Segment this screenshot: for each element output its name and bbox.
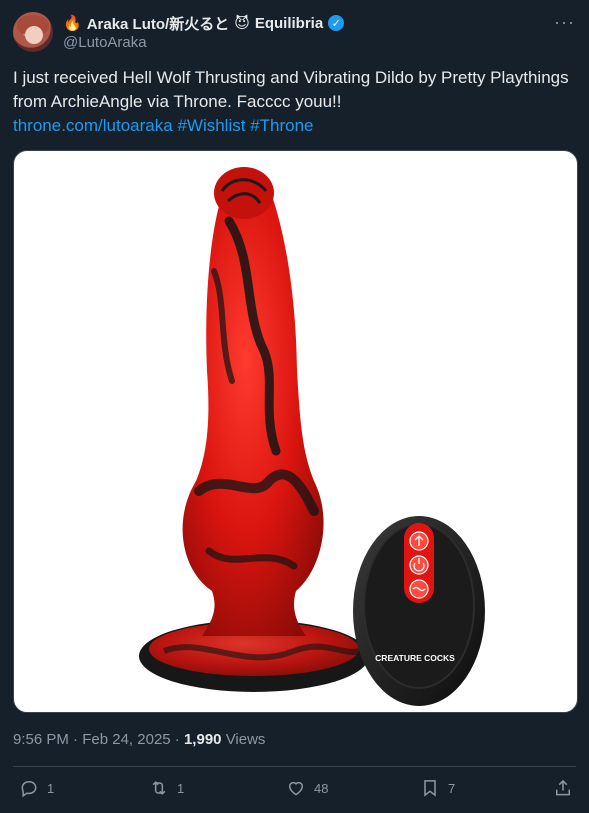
hashtag-throne[interactable]: #Throne — [250, 116, 313, 135]
like-button[interactable]: 48 — [286, 778, 328, 798]
retweet-count: 1 — [177, 780, 185, 796]
display-name[interactable]: Araka Luto/新火ると — [87, 13, 230, 34]
author-name-row[interactable]: 🔥 Araka Luto/新火ると 😈 Equilibria ✓ — [63, 13, 345, 34]
tweet-links: throne.com/lutoaraka #Wishlist #Throne — [13, 114, 573, 138]
tweet-time[interactable]: 9:56 PM — [13, 731, 69, 748]
more-icon[interactable]: ··· — [554, 12, 575, 33]
bookmark-icon — [424, 780, 436, 797]
verified-icon: ✓ — [328, 15, 345, 31]
toy-shaft — [182, 175, 324, 636]
share-icon — [556, 779, 570, 796]
retweet-icon — [152, 781, 166, 795]
views-label: Views — [225, 731, 266, 748]
view-count: 1,990 — [183, 731, 222, 748]
share-button[interactable] — [553, 778, 573, 798]
bookmark-count: 7 — [448, 780, 456, 796]
meta-separator-2: · — [174, 731, 184, 748]
hashtag-wishlist[interactable]: #Wishlist — [177, 116, 245, 135]
reply-count: 1 — [47, 780, 55, 796]
meta-separator-1: · — [73, 731, 83, 748]
display-name-suffix[interactable]: Equilibria — [255, 15, 323, 32]
tweet-body: I just received Hell Wolf Thrusting and … — [13, 68, 569, 111]
tweet-media-image[interactable]: CREATURE COCKS — [13, 150, 578, 713]
avatar-face — [25, 26, 43, 44]
fire-emoji: 🔥 — [63, 14, 82, 32]
product-image: CREATURE COCKS — [139, 167, 485, 706]
reply-icon — [21, 780, 37, 798]
action-bar: 1 1 48 7 — [13, 778, 576, 806]
retweet-button[interactable]: 1 — [149, 778, 184, 798]
tweet-text: I just received Hell Wolf Thrusting and … — [13, 66, 573, 138]
tweet-meta: 9:56 PM · Feb 24, 2025 · 1,990 Views — [13, 731, 265, 748]
avatar[interactable] — [13, 12, 53, 52]
like-icon — [289, 781, 303, 796]
tweet-date[interactable]: Feb 24, 2025 — [82, 731, 170, 748]
like-count: 48 — [314, 780, 329, 796]
tweet-link[interactable]: throne.com/lutoaraka — [13, 116, 173, 135]
reply-button[interactable]: 1 — [19, 778, 54, 798]
bookmark-button[interactable]: 7 — [420, 778, 455, 798]
remote-control: CREATURE COCKS — [353, 516, 485, 706]
devil-emoji: 😈 — [234, 14, 250, 32]
author-handle[interactable]: @LutoAraka — [63, 34, 147, 51]
remote-brand-text: CREATURE COCKS — [375, 653, 455, 663]
divider — [13, 766, 576, 767]
